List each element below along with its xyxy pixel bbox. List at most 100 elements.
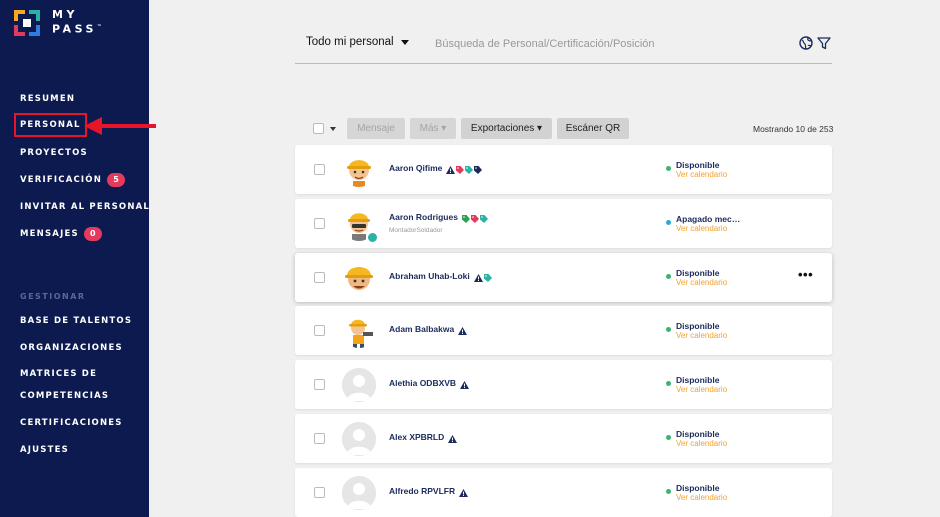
brand-line-2: PASS (52, 22, 97, 36)
mypass-logo-icon (14, 10, 40, 36)
table-row[interactable]: Alethia ODBXVB Disponible Ver calendario (295, 360, 832, 409)
view-calendar-link[interactable]: Ver calendario (676, 224, 727, 233)
exports-button[interactable]: Exportaciones ▾ (461, 118, 552, 139)
tag-navy-icon (474, 165, 483, 174)
status-text: Disponible (676, 160, 720, 170)
sidebar-item-label: ORGANIZACIONES (20, 343, 123, 353)
sidebar-item-certificaciones[interactable]: CERTIFICACIONES (20, 413, 123, 433)
person-name-text: Abraham Uhab-Loki (389, 271, 470, 281)
avatar[interactable] (342, 261, 376, 295)
avatar-placeholder-icon (342, 368, 376, 402)
table-row[interactable]: Aaron Rodrigues MontadorSoldador Apagado m… (295, 199, 832, 248)
select-all-checkbox[interactable] (313, 123, 324, 134)
tag-teal-icon (465, 165, 474, 174)
search-input[interactable] (435, 34, 785, 54)
warning-icon (448, 434, 458, 443)
person-name-text: Aaron Qifime (389, 163, 443, 173)
chevron-down-icon[interactable] (401, 40, 409, 45)
table-row[interactable]: Aaron Qifime Disponible Ver calendario (295, 145, 832, 194)
person-flags (448, 433, 458, 443)
sidebar-item-proyectos[interactable]: PROYECTOS (20, 143, 88, 163)
warning-icon (473, 273, 483, 282)
view-calendar-link[interactable]: Ver calendario (676, 331, 727, 340)
status-dot-icon (666, 327, 671, 332)
view-calendar-link[interactable]: Ver calendario (676, 439, 727, 448)
sidebar-item-mensajes[interactable]: MENSAJES 0 (20, 224, 102, 244)
worker-avatar-icon (342, 153, 376, 187)
person-flags (473, 272, 493, 282)
avatar[interactable] (342, 314, 376, 348)
tag-red-icon (456, 165, 465, 174)
person-name[interactable]: Aaron Qifime (389, 163, 483, 174)
sidebar-item-label: MENSAJES (20, 229, 79, 239)
person-name[interactable]: Adam Balbakwa (389, 324, 468, 335)
table-row[interactable]: Alfredo RPVLFR Disponible Ver calendario (295, 468, 832, 517)
select-options-chevron-icon[interactable] (330, 127, 336, 131)
sidebar-item-invitar[interactable]: INVITAR AL PERSONAL (20, 197, 150, 217)
warning-icon (446, 165, 456, 174)
status-dot-icon (666, 274, 671, 279)
sidebar-item-label: BASE DE TALENTOS (20, 316, 133, 326)
results-count: Mostrando 10 de 253 (753, 124, 834, 134)
avatar[interactable] (342, 422, 376, 456)
avatar-placeholder-icon (342, 476, 376, 510)
table-row[interactable]: Adam Balbakwa Disponible Ver calendario (295, 306, 832, 355)
status-text: Apagado mec… (676, 214, 741, 224)
sidebar: MY PASS™ RESUMEN PERSONAL PROYECTOS VERI… (0, 0, 149, 517)
status-dot-icon (666, 220, 671, 225)
sidebar-item-matrices[interactable]: MATRICES DE (20, 364, 97, 384)
person-name-text: Aaron Rodrigues (389, 212, 458, 222)
sidebar-item-base-de-talentos[interactable]: BASE DE TALENTOS (20, 311, 132, 331)
scope-dropdown[interactable]: Todo mi personal (306, 36, 394, 48)
view-calendar-link[interactable]: Ver calendario (676, 278, 727, 287)
messages-count-badge: 0 (83, 226, 102, 241)
brand-name: MY PASS™ (52, 9, 102, 36)
person-name[interactable]: Alex XPBRLD (389, 432, 458, 443)
person-name[interactable]: Alfredo RPVLFR (389, 486, 469, 497)
view-calendar-link[interactable]: Ver calendario (676, 385, 727, 394)
person-name-text: Alfredo RPVLFR (389, 486, 456, 496)
table-row[interactable]: Alex XPBRLD Disponible Ver calendario (295, 414, 832, 463)
search-bar: Todo mi personal (295, 30, 832, 64)
status-text: Disponible (676, 321, 720, 331)
row-checkbox[interactable] (314, 325, 325, 336)
person-flags (460, 379, 470, 389)
row-checkbox[interactable] (314, 218, 325, 229)
status-text: Disponible (676, 483, 720, 493)
avatar[interactable] (342, 153, 376, 187)
filter-icon[interactable] (817, 36, 831, 50)
tag-teal-icon (479, 214, 488, 223)
message-button[interactable]: Mensaje (347, 118, 405, 139)
annotation-arrow-icon (84, 117, 156, 135)
qr-scanner-button[interactable]: Escáner QR (557, 118, 629, 139)
row-checkbox[interactable] (314, 164, 325, 175)
row-checkbox[interactable] (314, 272, 325, 283)
row-checkbox[interactable] (314, 433, 325, 444)
avatar[interactable] (342, 368, 376, 402)
sidebar-item-resumen[interactable]: RESUMEN (20, 89, 75, 109)
more-button[interactable]: Más ▾ (410, 118, 456, 139)
sidebar-item-ajustes[interactable]: AJUSTES (20, 440, 69, 460)
avatar[interactable] (342, 476, 376, 510)
sidebar-item-personal[interactable]: PERSONAL (14, 113, 87, 137)
status-text: Disponible (676, 375, 720, 385)
view-calendar-link[interactable]: Ver calendario (676, 170, 727, 179)
more-options-button[interactable]: ••• (798, 267, 813, 282)
worker-avatar-icon (342, 261, 376, 295)
sidebar-item-verificacion[interactable]: VERIFICACIÓN 5 (20, 170, 126, 190)
brand-trademark: ™ (96, 24, 102, 30)
sidebar-item-competencias[interactable]: COMPETENCIAS (20, 386, 109, 406)
sidebar-item-label: PROYECTOS (20, 148, 88, 158)
person-name[interactable]: Abraham Uhab-Loki (389, 271, 493, 282)
globe-icon[interactable] (799, 36, 813, 50)
mypass-logo[interactable]: MY PASS™ (14, 8, 134, 38)
table-row[interactable]: Abraham Uhab-Loki Disponible Ver calendari… (295, 253, 832, 302)
sidebar-item-label: MATRICES DE (20, 369, 98, 379)
row-checkbox[interactable] (314, 487, 325, 498)
person-name[interactable]: Aaron Rodrigues (389, 212, 489, 223)
view-calendar-link[interactable]: Ver calendario (676, 493, 727, 502)
person-name[interactable]: Alethia ODBXVB (389, 378, 470, 389)
row-checkbox[interactable] (314, 379, 325, 390)
section-label-gestionar: GESTIONAR (20, 292, 86, 301)
sidebar-item-organizaciones[interactable]: ORGANIZACIONES (20, 338, 123, 358)
